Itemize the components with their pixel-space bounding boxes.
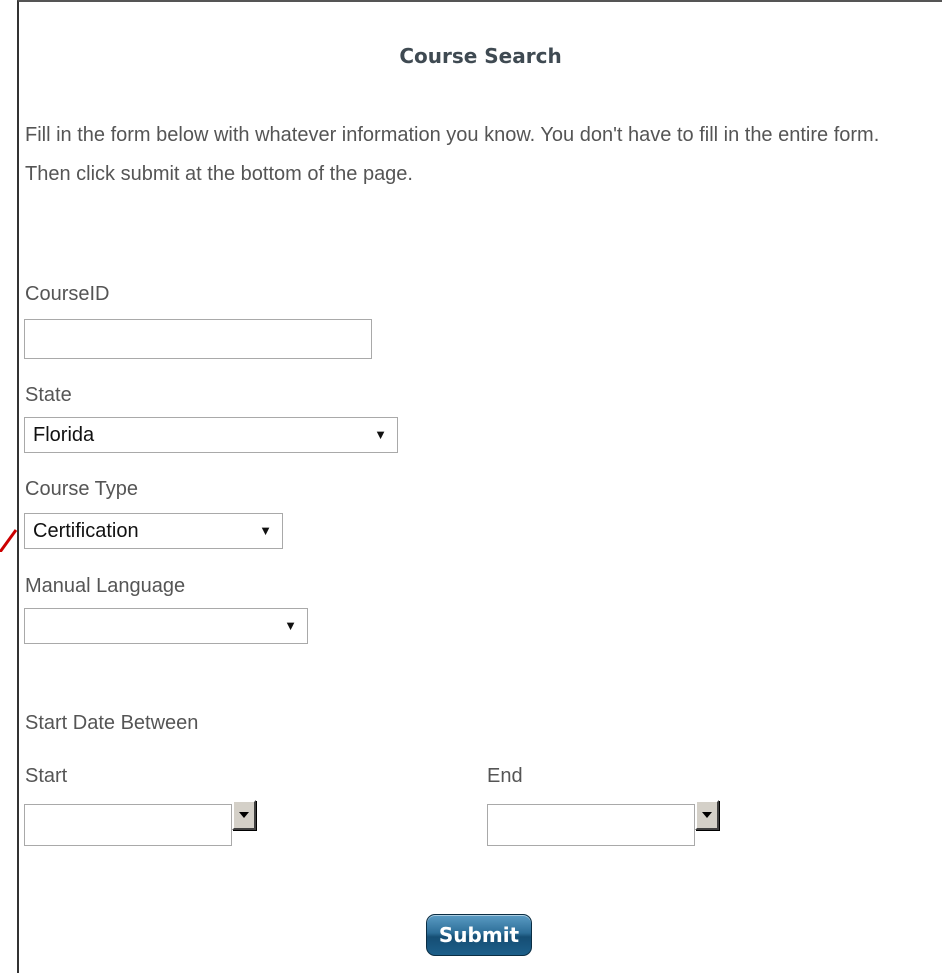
- start-date-label: Start: [25, 765, 68, 787]
- date-range-label: Start Date Between: [25, 712, 199, 734]
- end-date-label: End: [487, 765, 523, 787]
- end-date-dropdown-button[interactable]: [695, 800, 719, 830]
- intro-text: Fill in the form below with whatever inf…: [25, 124, 880, 185]
- start-date-dropdown-button[interactable]: [232, 800, 256, 830]
- start-date-input[interactable]: [24, 804, 232, 846]
- course-id-label: CourseID: [25, 283, 110, 305]
- course-id-input[interactable]: [24, 319, 372, 359]
- manual-language-select[interactable]: ▼: [24, 608, 308, 644]
- caret-down-icon: [702, 812, 712, 818]
- state-select-value: Florida: [33, 424, 95, 446]
- course-type-label: Course Type: [25, 478, 139, 500]
- state-select[interactable]: Florida ▼: [24, 417, 398, 453]
- manual-language-label: Manual Language: [25, 575, 186, 597]
- submit-button[interactable]: Submit: [426, 914, 532, 956]
- chevron-down-icon: ▼: [284, 618, 297, 633]
- course-type-select-value: Certification: [33, 520, 139, 542]
- state-label: State: [25, 384, 72, 406]
- course-type-select[interactable]: Certification ▼: [24, 513, 283, 549]
- page-title: Course Search: [399, 44, 562, 68]
- chevron-down-icon: ▼: [259, 523, 272, 538]
- end-date-input[interactable]: [487, 804, 695, 846]
- caret-down-icon: [239, 812, 249, 818]
- chevron-down-icon: ▼: [374, 427, 387, 442]
